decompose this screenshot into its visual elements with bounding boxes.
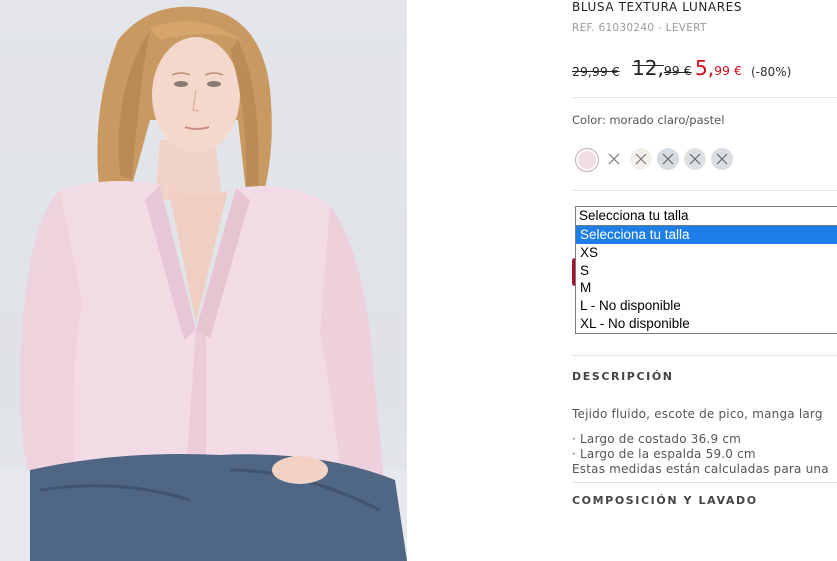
size-option[interactable]: L - No disponible	[576, 297, 837, 315]
divider	[572, 482, 837, 483]
color-swatch-unavailable[interactable]	[657, 148, 679, 170]
color-swatch-unavailable[interactable]	[684, 148, 706, 170]
size-option[interactable]: XL - No disponible	[576, 315, 837, 333]
description-text: Tejido fluido, escote de pico, manga lar…	[572, 407, 823, 421]
current-price-dec: 99 €	[714, 63, 742, 78]
model-illustration	[0, 6, 407, 561]
description-bullet: · Largo de la espalda 59.0 cm	[572, 447, 756, 461]
product-photo[interactable]	[0, 0, 407, 561]
divider	[572, 190, 837, 191]
color-label: Color: morado claro/pastel	[572, 113, 725, 127]
color-swatch-unavailable[interactable]	[711, 148, 733, 170]
current-price-int: 5,	[695, 56, 715, 80]
previous-sale-price: 12,99 €	[632, 56, 692, 80]
unavailable-x-icon	[689, 153, 701, 165]
product-info-panel: BLUSA TEXTURA LUNARES REF. 61030240 - LE…	[572, 0, 837, 561]
unavailable-x-icon	[716, 153, 728, 165]
unavailable-x-icon	[635, 153, 647, 165]
size-select[interactable]: Selecciona tu talla	[575, 206, 837, 226]
current-price: 5,99 €	[695, 56, 742, 80]
description-note: Estas medidas están calculadas para una	[572, 462, 829, 476]
color-swatch-selected[interactable]	[575, 148, 599, 172]
previous-sale-price-dec: 99 €	[663, 63, 692, 78]
product-reference: REF. 61030240 - LEVERT	[572, 22, 707, 34]
product-title: BLUSA TEXTURA LUNARES	[572, 0, 743, 14]
original-price: 29,99 €	[572, 64, 620, 79]
size-option[interactable]: S	[576, 262, 837, 280]
previous-sale-price-int: 12,	[632, 56, 664, 80]
size-dropdown-list[interactable]: Selecciona tu talla XS S M L - No dispon…	[575, 226, 837, 334]
unavailable-x-icon	[608, 153, 620, 165]
description-bullet: · Largo de costado 36.9 cm	[572, 432, 742, 446]
discount-badge: (-80%)	[751, 65, 792, 79]
size-option[interactable]: M	[576, 279, 837, 297]
description-heading[interactable]: DESCRIPCIÓN	[572, 370, 674, 383]
size-option[interactable]: XS	[576, 244, 837, 262]
divider	[572, 355, 837, 356]
color-swatch-unavailable[interactable]	[603, 148, 625, 170]
size-option[interactable]: Selecciona tu talla	[576, 226, 837, 244]
composition-heading[interactable]: COMPOSICIÓN Y LAVADO	[572, 494, 758, 507]
divider	[572, 97, 837, 98]
color-swatch-unavailable[interactable]	[630, 148, 652, 170]
unavailable-x-icon	[662, 153, 674, 165]
